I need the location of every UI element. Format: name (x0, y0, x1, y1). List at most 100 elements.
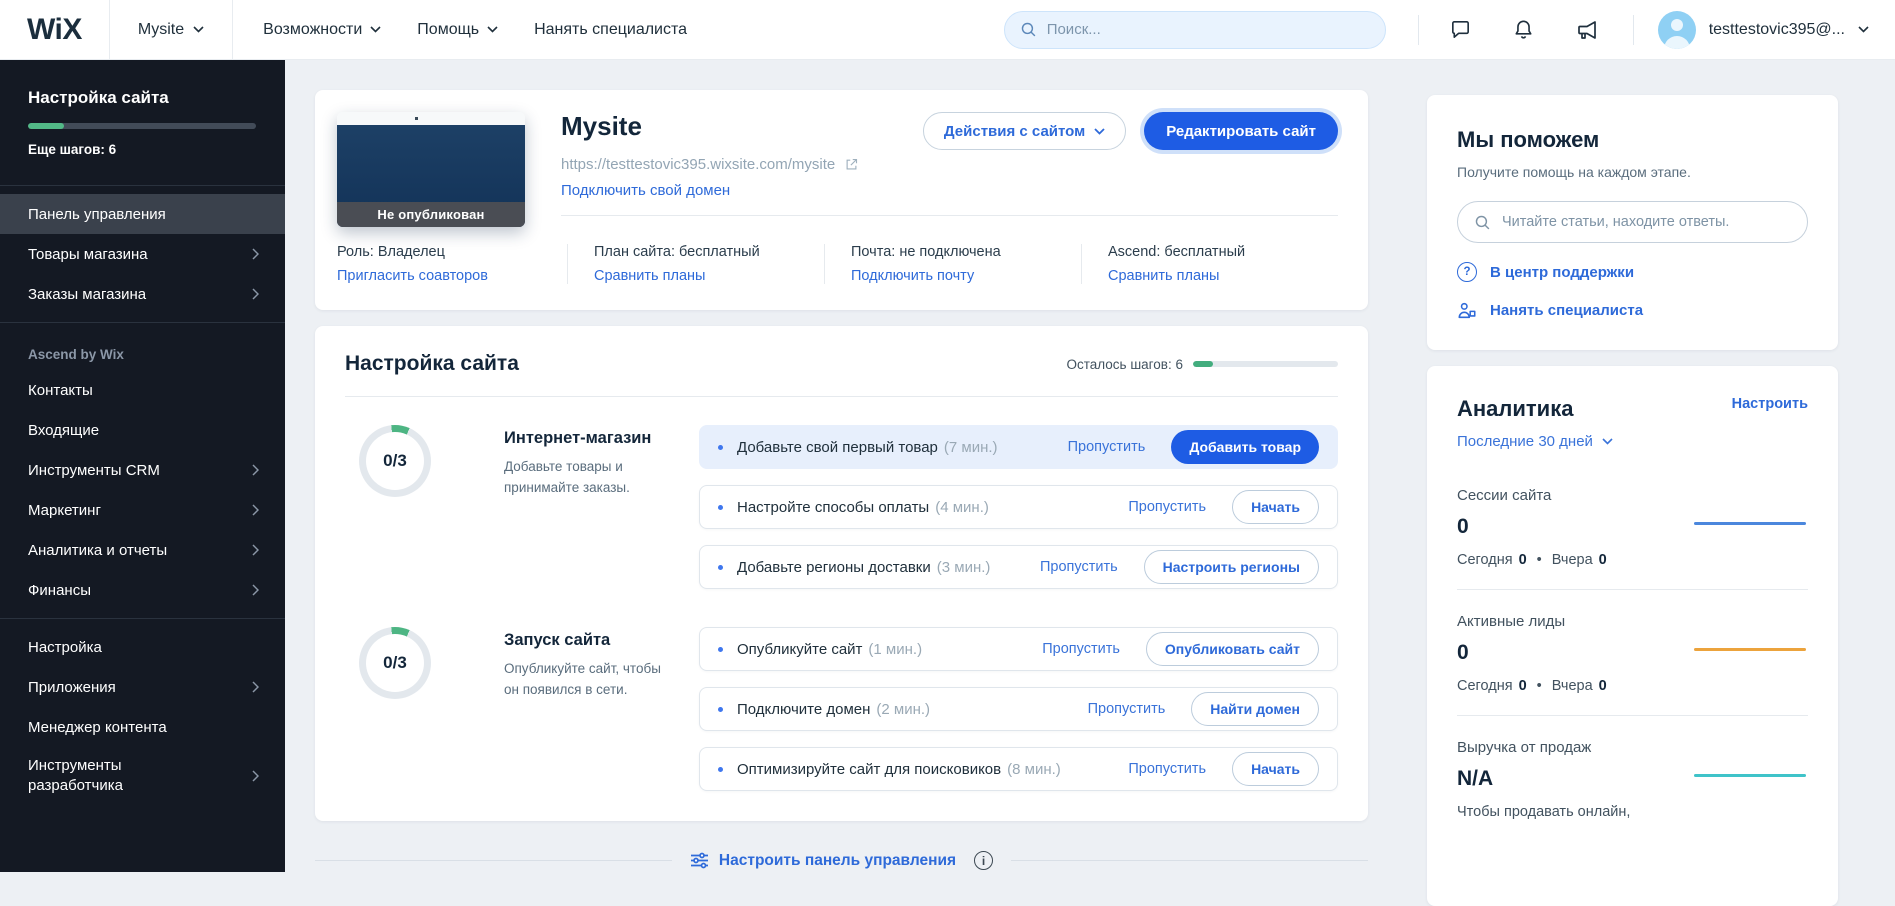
skip-link[interactable]: Пропустить (1042, 641, 1120, 657)
bullet-dot-icon (718, 445, 723, 450)
search-icon (1020, 21, 1037, 38)
start-payments-button[interactable]: Начать (1232, 490, 1319, 524)
task-connect-domain: Подключите домен (2 мин.) Пропустить Най… (699, 687, 1338, 731)
bullet-dot-icon (718, 565, 723, 570)
sidebar-item-dashboard[interactable]: Панель управления (0, 194, 285, 234)
chevron-right-icon (252, 504, 259, 516)
setup-regions-button[interactable]: Настроить регионы (1144, 550, 1319, 584)
sidebar-steps-left: Еще шагов: 6 (28, 142, 257, 157)
analytics-period-dropdown[interactable]: Последние 30 дней (1457, 433, 1808, 450)
help-search-input[interactable] (1502, 214, 1791, 230)
sidebar-item-apps[interactable]: Приложения (0, 667, 285, 707)
connect-domain-link[interactable]: Подключить свой домен (561, 182, 730, 199)
sidebar-item-contacts[interactable]: Контакты (0, 370, 285, 410)
site-menu-dropdown[interactable]: Mysite (110, 21, 232, 39)
setup-title: Настройка сайта (345, 352, 519, 376)
sidebar-item-inbox[interactable]: Входящие (0, 410, 285, 450)
info-mailbox: Почта: не подключена Подключить почту (824, 244, 1081, 284)
account-menu[interactable]: testtestovic395@... (1634, 11, 1895, 49)
divider (345, 396, 1338, 397)
add-product-button[interactable]: Добавить товар (1171, 430, 1319, 464)
skip-link[interactable]: Пропустить (1088, 701, 1166, 717)
task-add-first-product: Добавьте свой первый товар (7 мин.) Проп… (699, 425, 1338, 469)
external-link-icon[interactable] (844, 157, 859, 172)
nav-hire-label: Нанять специалиста (534, 21, 687, 39)
chevron-right-icon (252, 770, 259, 782)
sidebar-item-content-manager[interactable]: Менеджер контента (0, 707, 285, 747)
divider (1011, 860, 1368, 861)
sidebar-item-analytics-reports[interactable]: Аналитика и отчеты (0, 530, 285, 570)
nav-hire-specialist[interactable]: Нанять специалиста (534, 21, 687, 39)
announcements-megaphone-icon[interactable] (1575, 18, 1599, 42)
help-card: Мы поможем Получите помощь на каждом эта… (1427, 95, 1838, 350)
publish-site-button[interactable]: Опубликовать сайт (1146, 632, 1319, 666)
analytics-card: Аналитика Настроить Последние 30 дней Се… (1427, 366, 1838, 906)
analytics-configure-link[interactable]: Настроить (1732, 396, 1808, 412)
sliders-icon (690, 852, 709, 869)
divider (561, 215, 1338, 216)
metric-sales-revenue: Выручка от продаж N/A Чтобы продавать он… (1457, 716, 1808, 841)
chevron-down-icon (1602, 438, 1613, 445)
help-search[interactable] (1457, 201, 1808, 243)
sidebar-item-developer-tools[interactable]: Инструменты разработчика (0, 747, 285, 804)
compare-plans-link[interactable]: Сравнить планы (594, 268, 705, 284)
help-subtitle: Получите помощь на каждом этапе. (1457, 164, 1808, 180)
task-publish-site: Опубликуйте сайт (1 мин.) Пропустить Опу… (699, 627, 1338, 671)
sidebar-setup-summary: Настройка сайта Еще шагов: 6 (0, 60, 285, 177)
site-actions-button[interactable]: Действия с сайтом (923, 112, 1126, 150)
metric-site-sessions: Сессии сайта 0 Сегодня 0 • Вчера 0 (1457, 464, 1808, 590)
sidebar-item-store-orders[interactable]: Заказы магазина (0, 274, 285, 314)
chevron-right-icon (252, 544, 259, 556)
topbar-search[interactable] (1004, 11, 1386, 49)
sidebar-item-marketing[interactable]: Маркетинг (0, 490, 285, 530)
chat-icon[interactable] (1449, 18, 1472, 41)
status-badge: Не опубликован (337, 202, 525, 227)
skip-link[interactable]: Пропустить (1128, 761, 1206, 777)
sidebar-item-crm-tools[interactable]: Инструменты CRM (0, 450, 285, 490)
chevron-down-icon (370, 26, 381, 33)
avatar (1658, 11, 1696, 49)
sidebar-item-finance[interactable]: Финансы (0, 570, 285, 610)
divider (0, 322, 285, 323)
bullet-dot-icon (718, 647, 723, 652)
chevron-right-icon (252, 464, 259, 476)
sidebar-setup-title: Настройка сайта (28, 88, 257, 108)
account-email: testtestovic395@... (1709, 21, 1845, 39)
nav-help[interactable]: Помощь (417, 21, 498, 39)
divider (232, 0, 233, 59)
notifications-bell-icon[interactable] (1512, 18, 1535, 41)
compare-ascend-plans-link[interactable]: Сравнить планы (1108, 268, 1219, 284)
search-icon (1474, 214, 1491, 231)
edit-site-button[interactable]: Редактировать сайт (1144, 112, 1338, 150)
question-circle-icon: ? (1457, 262, 1477, 282)
skip-link[interactable]: Пропустить (1068, 439, 1146, 455)
bullet-dot-icon (718, 767, 723, 772)
sidebar-item-store-products[interactable]: Товары магазина (0, 234, 285, 274)
customize-dashboard-link[interactable]: Настроить панель управления (690, 852, 956, 870)
nav-features[interactable]: Возможности (263, 21, 381, 39)
support-center-link[interactable]: ? В центр поддержки (1457, 262, 1808, 282)
invite-collaborators-link[interactable]: Пригласить соавторов (337, 268, 488, 284)
task-optimize-seo: Оптимизируйте сайт для поисковиков (8 ми… (699, 747, 1338, 791)
info-icon[interactable]: i (974, 851, 993, 870)
hire-specialist-link[interactable]: Нанять специалиста (1457, 301, 1808, 320)
bullet-dot-icon (718, 505, 723, 510)
sidebar-item-settings[interactable]: Настройка (0, 627, 285, 667)
skip-link[interactable]: Пропустить (1128, 499, 1206, 515)
topbar-icons (1419, 18, 1633, 42)
find-domain-button[interactable]: Найти домен (1191, 692, 1319, 726)
main-content: Не опубликован Mysite Действия с сайтом (315, 90, 1368, 870)
chevron-down-icon (1094, 128, 1105, 135)
hire-specialist-icon (1457, 301, 1477, 320)
site-title: Mysite (561, 112, 642, 141)
skip-link[interactable]: Пропустить (1040, 559, 1118, 575)
wix-logo[interactable]: WiX (0, 13, 109, 47)
bullet-dot-icon (718, 707, 723, 712)
start-seo-button[interactable]: Начать (1232, 752, 1319, 786)
setup-section-store: 0/3 Интернет-магазин Добавьте товары и п… (345, 425, 1338, 589)
chevron-right-icon (252, 248, 259, 260)
connect-mailbox-link[interactable]: Подключить почту (851, 268, 974, 284)
help-title: Мы поможем (1457, 127, 1808, 153)
search-input[interactable] (1047, 21, 1370, 38)
site-thumbnail[interactable]: Не опубликован (337, 112, 525, 227)
